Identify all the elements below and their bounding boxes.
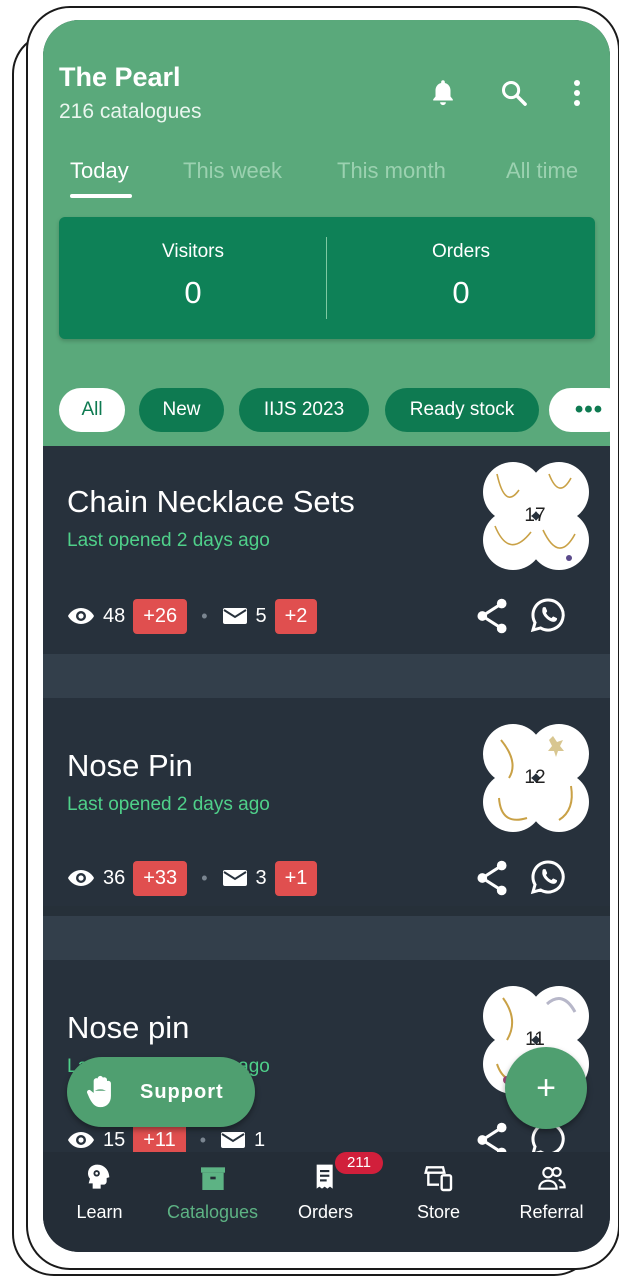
chip-more[interactable]: ••• [549,388,610,432]
orders-stat: Orders 0 [327,217,595,339]
search-icon[interactable] [500,78,528,108]
whatsapp-icon[interactable] [529,596,567,634]
metric-separator: • [199,1129,207,1150]
share-icon[interactable] [475,598,509,634]
stats-card: Visitors 0 Orders 0 [59,217,595,339]
catalogue-item-count: 17 [524,505,546,526]
card-separator [43,916,610,960]
orders-count-badge: 211 [335,1152,383,1174]
catalogue-item-count: 12 [524,767,546,788]
filter-chips: All New IIJS 2023 Ready stock ••• [43,388,610,434]
metric-separator: • [201,605,208,626]
metric-separator: • [201,867,208,888]
mail-icon [221,1132,246,1148]
tab-this-month[interactable]: This month [337,158,446,184]
eye-icon [68,1132,94,1148]
tab-today[interactable]: Today [70,158,129,184]
store-name: The Pearl [59,62,181,92]
catalogue-thumbnail[interactable]: 17 [479,460,591,572]
support-label: Support [140,1081,224,1103]
people-icon [538,1166,566,1190]
messages-delta-badge: +2 [274,598,318,634]
catalogue-title: Nose pin [67,1010,190,1045]
views-count: 15 [103,1128,126,1151]
tab-this-week[interactable]: This week [183,158,282,184]
visitors-stat: Visitors 0 [59,217,327,339]
catalogue-thumbnail[interactable]: 12 [479,722,591,834]
share-icon[interactable] [475,860,509,896]
nav-catalogues[interactable]: Catalogues [156,1152,269,1252]
chip-ready-stock[interactable]: Ready stock [385,388,539,432]
nav-label-store: Store [416,1202,461,1222]
bottom-nav: Learn Catalogues Orders Store Referral [43,1152,610,1252]
orders-value: 0 [452,275,470,310]
messages-count: 1 [254,1128,266,1151]
catalogue-metrics: 48 +26 • 5 +2 [67,598,318,634]
catalogue-count: 216 catalogues [59,100,202,123]
more-vert-icon[interactable] [565,78,589,108]
nav-store[interactable]: Store [382,1152,495,1252]
visitors-value: 0 [184,275,202,310]
views-delta-badge: +26 [133,598,188,634]
chip-new[interactable]: New [139,388,224,432]
visitors-label: Visitors [162,241,224,262]
catalogue-card[interactable]: Nose Pin Last opened 2 days ago 12 36 +3… [43,698,610,906]
messages-count: 5 [255,604,267,627]
nav-label-learn: Learn [76,1202,123,1222]
support-button[interactable]: Support [67,1057,255,1127]
card-separator [43,654,610,698]
chip-iijs-2023[interactable]: IIJS 2023 [239,388,369,432]
chip-all[interactable]: All [59,388,125,432]
app-screen: The Pearl 216 catalogues Today This week… [43,20,610,1252]
eye-icon [68,870,94,886]
box-icon [201,1167,225,1190]
catalogue-title: Nose Pin [67,748,193,783]
nav-learn[interactable]: Learn [43,1152,156,1252]
add-catalogue-fab[interactable]: + [505,1047,587,1129]
brain-gear-icon [88,1164,110,1189]
bell-icon[interactable] [429,78,457,108]
messages-delta-badge: +1 [274,860,318,896]
nav-label-referral: Referral [519,1202,584,1222]
tab-all-time[interactable]: All time [506,158,578,184]
header: The Pearl 216 catalogues Today This week… [43,20,610,446]
whatsapp-icon[interactable] [529,858,567,896]
raised-hand-icon [87,1075,111,1108]
mail-icon [222,870,247,886]
period-tabs: Today This week This month All time [43,158,610,198]
messages-count: 3 [255,866,267,889]
catalogue-card[interactable]: Chain Necklace Sets Last opened 2 days a… [43,446,610,654]
catalogue-metrics: 36 +33 • 3 +1 [67,860,318,896]
catalogue-last-opened: Last opened 2 days ago [67,794,270,815]
nav-label-catalogues: Catalogues [166,1202,259,1222]
catalogue-last-opened: Last opened 2 days ago [67,530,270,551]
store-icon [424,1166,453,1192]
eye-icon [68,608,94,624]
orders-label: Orders [431,241,491,262]
catalogue-title: Chain Necklace Sets [67,484,355,519]
nav-referral[interactable]: Referral [495,1152,608,1252]
views-count: 48 [103,604,126,627]
active-tab-indicator [70,194,132,198]
views-delta-badge: +33 [133,860,188,896]
views-count: 36 [103,866,126,889]
nav-label-orders: Orders [297,1202,353,1222]
mail-icon [222,608,247,624]
